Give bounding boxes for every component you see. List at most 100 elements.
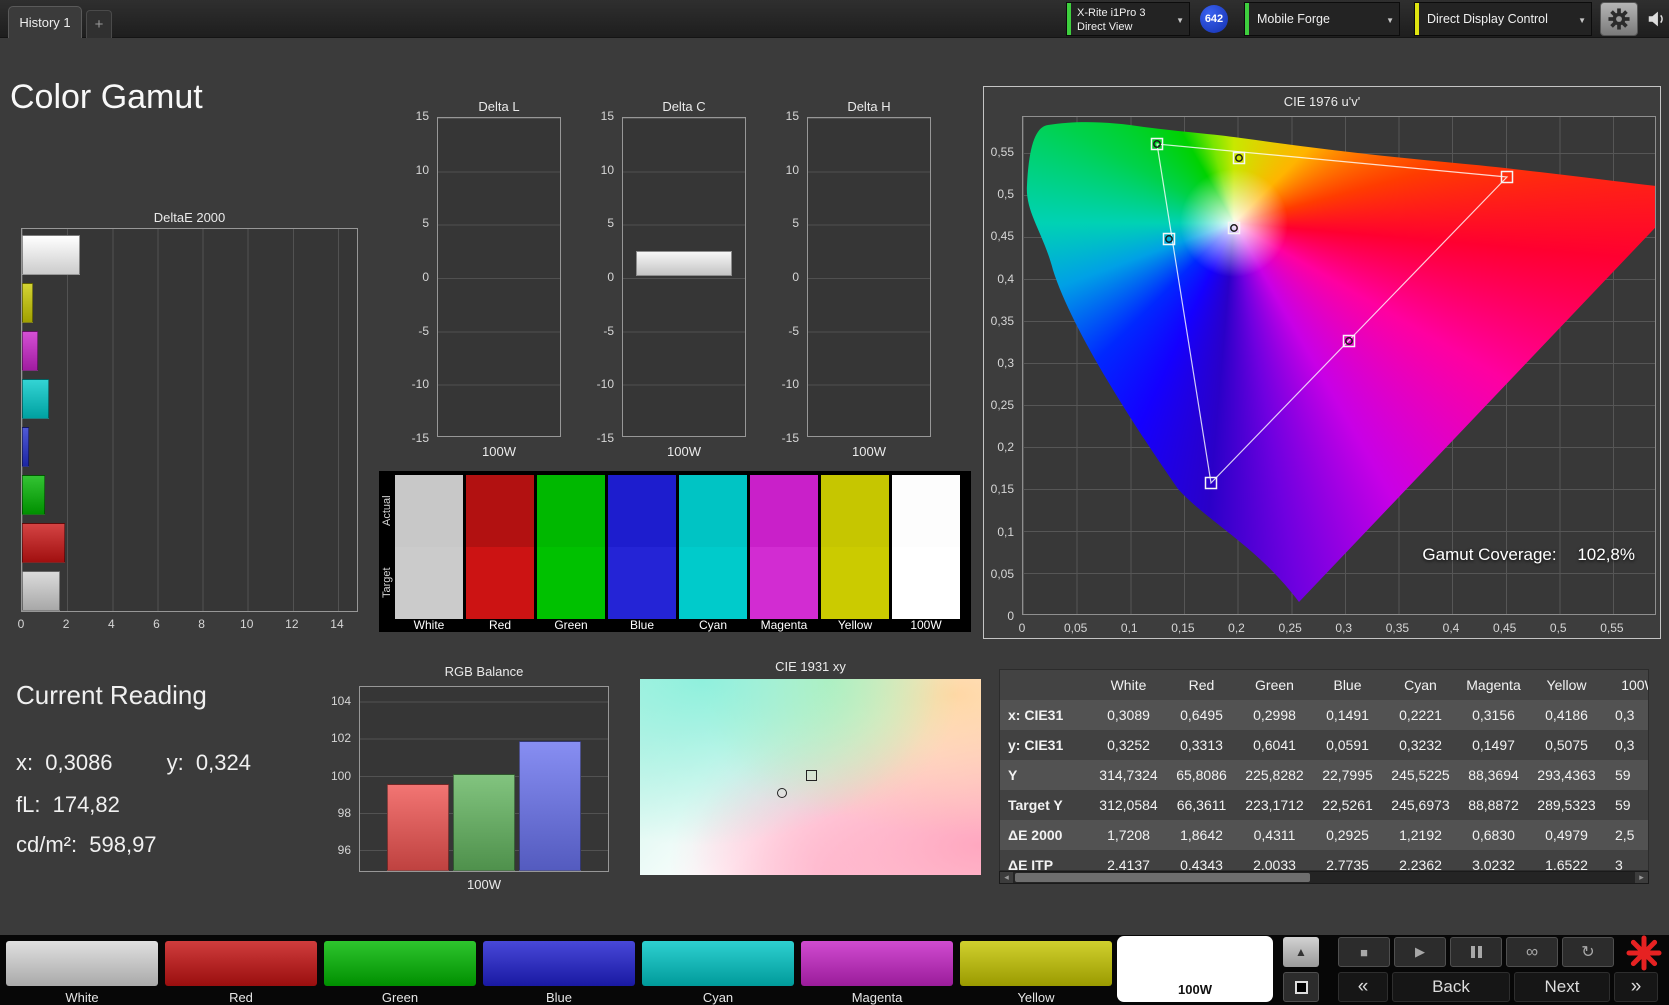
cell: 2,0033 bbox=[1253, 857, 1296, 871]
pattern-button-yellow[interactable] bbox=[960, 941, 1112, 986]
swatch bbox=[821, 547, 889, 619]
play-button[interactable]: ▶ bbox=[1394, 937, 1446, 967]
swatch-label: Cyan bbox=[698, 618, 727, 632]
actual-swatches bbox=[395, 475, 960, 547]
row-label: y: CIE31 bbox=[1008, 737, 1064, 753]
tick: 10 bbox=[240, 617, 254, 631]
meter-name: X-Rite i1Pro 3 bbox=[1077, 7, 1146, 19]
y-value: 0,324 bbox=[195, 750, 251, 775]
tick: 4 bbox=[107, 617, 115, 631]
tick: 15 bbox=[785, 109, 799, 123]
continuous-measure-button[interactable]: ∞ bbox=[1506, 937, 1558, 967]
delta-c-chart bbox=[622, 117, 746, 437]
bottom-bar: White Red Green Blue Cyan Magenta Yellow… bbox=[0, 935, 1669, 1005]
stop-icon: ■ bbox=[1360, 944, 1368, 960]
tick: -5 bbox=[603, 323, 614, 338]
cell: 3,0232 bbox=[1472, 857, 1515, 871]
cell: 88,3694 bbox=[1468, 767, 1519, 783]
pause-button[interactable] bbox=[1450, 937, 1502, 967]
rgb-balance-y-axis: 104 102 100 98 96 bbox=[323, 693, 355, 858]
table-row: ΔE ITP 2,4137 0,4343 2,0033 2,7735 2,236… bbox=[1000, 850, 1648, 871]
back-label: Back bbox=[1432, 977, 1470, 996]
calibration-app-window: History 1 + X-Rite i1Pro 3 Direct View ▼… bbox=[0, 0, 1669, 1005]
cell: 1,2192 bbox=[1399, 827, 1442, 843]
top-bar: History 1 + X-Rite i1Pro 3 Direct View ▼… bbox=[0, 0, 1669, 38]
back-chevrons-button[interactable]: « bbox=[1338, 972, 1388, 1002]
row-label: Y bbox=[1008, 767, 1018, 783]
tick: 102 bbox=[330, 731, 351, 746]
swatch bbox=[608, 547, 676, 619]
pattern-button-blue[interactable] bbox=[483, 941, 635, 986]
speaker-button[interactable] bbox=[1646, 8, 1668, 30]
red-asterisk-icon bbox=[1626, 935, 1662, 971]
meter-count-badge[interactable]: 642 bbox=[1200, 5, 1228, 33]
pattern-button-cyan[interactable] bbox=[642, 941, 794, 986]
pattern-label: Red bbox=[229, 990, 253, 1005]
swatch-label: Blue bbox=[629, 618, 655, 632]
pattern-button-magenta[interactable] bbox=[801, 941, 953, 986]
next-button[interactable]: Next bbox=[1514, 972, 1610, 1002]
source-dropdown[interactable]: Mobile Forge ▼ bbox=[1244, 2, 1400, 36]
display-status-stripe bbox=[1415, 3, 1419, 35]
source-status-stripe bbox=[1245, 3, 1249, 35]
cell: 1,6522 bbox=[1545, 857, 1588, 871]
tick: 10 bbox=[600, 162, 614, 177]
scroll-thumb[interactable] bbox=[1015, 873, 1310, 882]
fl-value: 174,82 bbox=[52, 792, 120, 817]
actual-row-label: Actual bbox=[381, 495, 393, 527]
target-swatches bbox=[395, 547, 960, 619]
next-chevrons-button[interactable]: » bbox=[1614, 972, 1658, 1002]
fl-label: fL: bbox=[16, 792, 41, 817]
cell: 225,8282 bbox=[1245, 767, 1304, 783]
pattern-button-100w-selected[interactable]: 100W bbox=[1119, 938, 1271, 1000]
pattern-window-button[interactable] bbox=[1283, 972, 1319, 1002]
cell: 0,3313 bbox=[1180, 737, 1223, 753]
badge-value: 642 bbox=[1204, 13, 1224, 25]
tick: 6 bbox=[153, 617, 160, 631]
loop-icon: ↻ bbox=[1581, 944, 1595, 961]
pattern-button-white[interactable] bbox=[6, 941, 158, 986]
stop-button[interactable]: ■ bbox=[1338, 937, 1390, 967]
table-hscrollbar[interactable]: ◂ ▸ bbox=[999, 871, 1649, 884]
marker-cyan-actual bbox=[1165, 235, 1173, 243]
cell: 312,0584 bbox=[1099, 797, 1158, 813]
swatch-label: Red bbox=[488, 618, 511, 632]
pattern-up-button[interactable]: ▲ bbox=[1283, 937, 1319, 967]
settings-button[interactable] bbox=[1600, 2, 1638, 36]
tick: -5 bbox=[788, 323, 799, 338]
display-control-dropdown[interactable]: Direct Display Control ▼ bbox=[1414, 2, 1592, 36]
back-button[interactable]: Back bbox=[1392, 972, 1510, 1002]
cell: 0,4311 bbox=[1253, 827, 1296, 843]
pause-icon bbox=[1470, 946, 1482, 958]
cell: 2,5 bbox=[1615, 827, 1635, 843]
pattern-button-red[interactable] bbox=[165, 941, 317, 986]
alert-asterisk-button[interactable] bbox=[1626, 935, 1664, 971]
repeat-button[interactable]: ↻ bbox=[1562, 937, 1614, 967]
rgb-balance-title: RGB Balance bbox=[444, 664, 524, 679]
deltae-bar-blue bbox=[22, 427, 29, 467]
meter-dropdown[interactable]: X-Rite i1Pro 3 Direct View ▼ bbox=[1066, 2, 1190, 36]
tick: 0,3 bbox=[1335, 621, 1353, 635]
scroll-left-button[interactable]: ◂ bbox=[1000, 872, 1013, 883]
infinity-icon: ∞ bbox=[1525, 942, 1539, 961]
cell: 0,3156 bbox=[1472, 707, 1515, 723]
tick: 0,15 bbox=[1171, 621, 1195, 635]
swatch bbox=[892, 547, 960, 619]
tick: 0,4 bbox=[997, 271, 1014, 286]
tick: 0,05 bbox=[990, 566, 1014, 581]
cell: 22,7995 bbox=[1322, 767, 1373, 783]
cell: 66,3611 bbox=[1176, 797, 1227, 813]
tab-history-1[interactable]: History 1 bbox=[8, 6, 82, 38]
target-row-label: Target bbox=[381, 567, 393, 599]
tick: -10 bbox=[596, 377, 614, 392]
cell: 0,3 bbox=[1615, 707, 1635, 723]
swatch bbox=[679, 475, 747, 547]
scroll-right-button[interactable]: ▸ bbox=[1635, 872, 1648, 883]
pattern-button-green[interactable] bbox=[324, 941, 476, 986]
cell: 293,4363 bbox=[1537, 767, 1596, 783]
scroll-right-icon: ▸ bbox=[1639, 872, 1644, 882]
cell: 0,3089 bbox=[1107, 707, 1150, 723]
deltae-bar-red bbox=[22, 523, 65, 563]
new-tab-button[interactable]: + bbox=[86, 10, 112, 38]
pattern-label: Magenta bbox=[851, 990, 903, 1005]
